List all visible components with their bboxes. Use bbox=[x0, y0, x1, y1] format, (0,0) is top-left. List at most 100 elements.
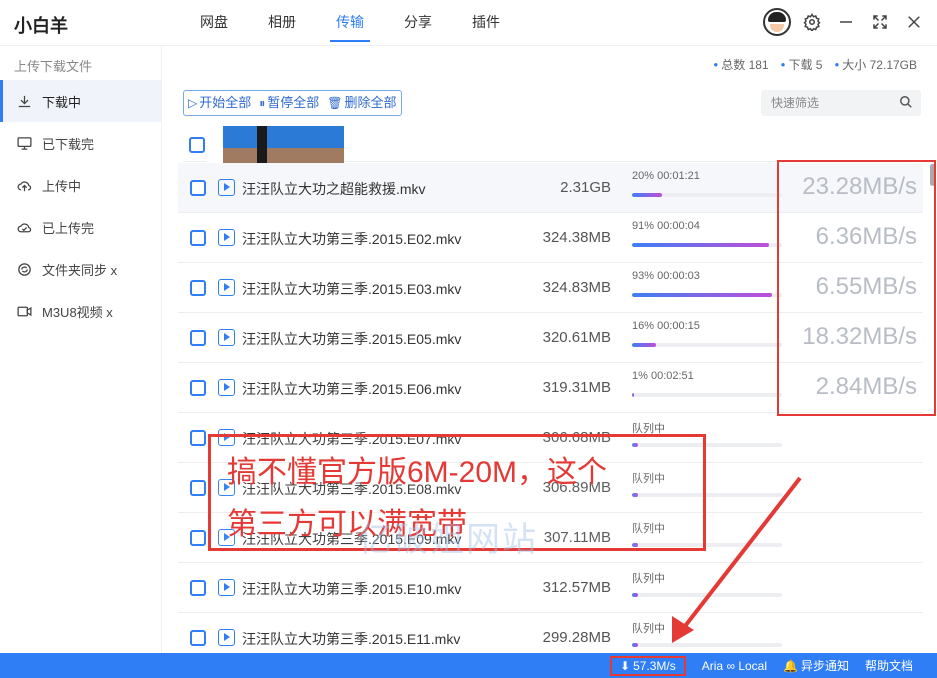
filter-input[interactable] bbox=[761, 90, 889, 116]
progress-fill bbox=[632, 343, 656, 347]
progress-fill bbox=[632, 393, 634, 397]
maximize-button[interactable] bbox=[867, 9, 893, 35]
start-all-button[interactable]: ▷ 开始全部 bbox=[184, 91, 255, 115]
progress-text: 16% 00:00:15 bbox=[632, 320, 700, 332]
file-size: 324.38MB bbox=[542, 229, 611, 246]
sidebar-item-label: 下载中 bbox=[42, 94, 82, 110]
sidebar-item-4[interactable]: 文件夹同步 x bbox=[0, 248, 161, 290]
row-checkbox[interactable] bbox=[190, 430, 206, 446]
file-name: 汪汪队立大功第三季.2015.E05.mkv bbox=[242, 331, 462, 347]
sidebar-item-3[interactable]: 已上传完 bbox=[0, 206, 161, 248]
help-docs-label: 帮助文档 bbox=[864, 659, 913, 673]
sidebar-item-label: 上传中 bbox=[42, 178, 82, 194]
bulk-toolbar: ▷ 开始全部 ⏸ 暂停全部 🗑 删除全部 bbox=[183, 90, 402, 116]
expand-icon bbox=[873, 15, 887, 29]
settings-button[interactable] bbox=[799, 9, 825, 35]
sidebar-item-0[interactable]: 下载中 bbox=[0, 80, 161, 122]
progress-bar bbox=[632, 393, 782, 397]
progress-fill bbox=[632, 643, 638, 647]
search-icon[interactable] bbox=[899, 95, 913, 109]
trash-icon: 🗑 bbox=[327, 96, 343, 110]
start-all-label: 开始全部 bbox=[199, 95, 252, 110]
delete-all-label: 删除全部 bbox=[344, 95, 397, 110]
speed-highlight-box bbox=[777, 160, 936, 416]
async-notify-button[interactable]: 🔔 异步通知 bbox=[783, 657, 849, 674]
transfer-stats: 总数 181 下载 5 大小 72.17GB bbox=[713, 56, 917, 73]
row-checkbox[interactable] bbox=[190, 580, 206, 596]
delete-all-button[interactable]: 🗑 删除全部 bbox=[323, 91, 400, 115]
close-icon bbox=[908, 16, 920, 28]
annotation-line-1: 搞不懂官方版6M-20M，这个 bbox=[227, 456, 608, 489]
nav-tab-1[interactable]: 相册 bbox=[248, 0, 316, 46]
progress-text: 93% 00:00:03 bbox=[632, 270, 700, 282]
sidebar-item-5[interactable]: M3U8视频 x bbox=[0, 290, 161, 332]
file-name: 汪汪队立大功第三季.2015.E02.mkv bbox=[242, 231, 462, 247]
sync-icon bbox=[14, 259, 34, 279]
file-name: 汪汪队立大功之超能救援.mkv bbox=[242, 181, 426, 197]
file-size: 320.61MB bbox=[542, 329, 611, 346]
avatar[interactable] bbox=[763, 8, 791, 36]
progress-fill bbox=[632, 243, 769, 247]
monitor-icon bbox=[14, 133, 34, 153]
list-header bbox=[183, 126, 923, 168]
gear-icon bbox=[803, 13, 821, 31]
aria-status[interactable]: Aria ∞ Local bbox=[702, 659, 767, 673]
row-checkbox[interactable] bbox=[190, 380, 206, 396]
status-bar: ⬇ 57.3M/s Aria ∞ Local 🔔 异步通知 帮助文档 bbox=[0, 653, 937, 678]
row-checkbox[interactable] bbox=[190, 330, 206, 346]
row-checkbox[interactable] bbox=[190, 230, 206, 246]
progress-text: 队列中 bbox=[632, 573, 665, 585]
async-notify-label: 异步通知 bbox=[800, 659, 849, 673]
video-file-icon[interactable] bbox=[218, 279, 235, 296]
row-checkbox[interactable] bbox=[190, 280, 206, 296]
stat-downloading: 下载 5 bbox=[781, 56, 822, 73]
video-file-icon[interactable] bbox=[218, 329, 235, 346]
window-controls bbox=[763, 8, 927, 36]
progress-bar bbox=[632, 343, 782, 347]
app-title: 小白羊 bbox=[14, 16, 68, 36]
row-checkbox[interactable] bbox=[190, 630, 206, 646]
video-file-icon[interactable] bbox=[218, 629, 235, 646]
sidebar-item-1[interactable]: 已下载完 bbox=[0, 122, 161, 164]
progress-fill bbox=[632, 593, 638, 597]
total-speed: ⬇ 57.3M/s bbox=[610, 655, 686, 676]
file-size: 319.31MB bbox=[542, 379, 611, 396]
nav-tab-4[interactable]: 插件 bbox=[452, 0, 520, 46]
stat-size: 大小 72.17GB bbox=[834, 56, 917, 73]
sidebar-item-2[interactable]: 上传中 bbox=[0, 164, 161, 206]
video-file-icon[interactable] bbox=[218, 579, 235, 596]
progress-text: 20% 00:01:21 bbox=[632, 170, 700, 182]
sidebar-item-label: 已下载完 bbox=[42, 136, 95, 152]
progress-bar bbox=[632, 193, 782, 197]
file-size: 299.28MB bbox=[542, 629, 611, 646]
sidebar-item-label: 已上传完 bbox=[42, 220, 95, 236]
bell-icon: 🔔 bbox=[783, 658, 798, 673]
file-name: 汪汪队立大功第三季.2015.E11.mkv bbox=[242, 631, 461, 647]
video-file-icon[interactable] bbox=[218, 379, 235, 396]
pause-icon: ⏸ bbox=[259, 96, 266, 110]
video-file-icon[interactable] bbox=[218, 179, 235, 196]
stat-total: 总数 181 bbox=[713, 56, 768, 73]
sidebar-heading: 上传下载文件 bbox=[14, 59, 93, 74]
progress-text: 1% 00:02:51 bbox=[632, 370, 694, 382]
sidebar: 上传下载文件 下载中已下载完上传中已上传完文件夹同步 x M3U8视频 x bbox=[0, 46, 162, 653]
main-nav: 网盘 相册 传输 分享 插件 bbox=[180, 0, 520, 46]
pause-all-button[interactable]: ⏸ 暂停全部 bbox=[255, 91, 323, 115]
title-bar: 小白羊 网盘 相册 传输 分享 插件 bbox=[0, 0, 937, 46]
row-checkbox[interactable] bbox=[190, 530, 206, 546]
download-row[interactable]: 汪汪队立大功第三季.2015.E10.mkv 312.57MB 队列中 bbox=[178, 563, 923, 613]
play-icon: ▷ bbox=[188, 96, 198, 110]
select-all-checkbox[interactable] bbox=[189, 137, 205, 153]
video-file-icon[interactable] bbox=[218, 229, 235, 246]
row-checkbox[interactable] bbox=[190, 180, 206, 196]
nav-tab-2[interactable]: 传输 bbox=[316, 0, 384, 46]
file-name: 汪汪队立大功第三季.2015.E10.mkv bbox=[242, 581, 462, 597]
nav-tab-3[interactable]: 分享 bbox=[384, 0, 452, 46]
minimize-button[interactable] bbox=[833, 9, 859, 35]
close-button[interactable] bbox=[901, 9, 927, 35]
help-docs-link[interactable]: 帮助文档 bbox=[865, 657, 913, 674]
row-checkbox[interactable] bbox=[190, 480, 206, 496]
nav-tab-0[interactable]: 网盘 bbox=[180, 0, 248, 46]
progress-text: 91% 00:00:04 bbox=[632, 220, 700, 232]
file-name: 汪汪队立大功第三季.2015.E03.mkv bbox=[242, 281, 462, 297]
